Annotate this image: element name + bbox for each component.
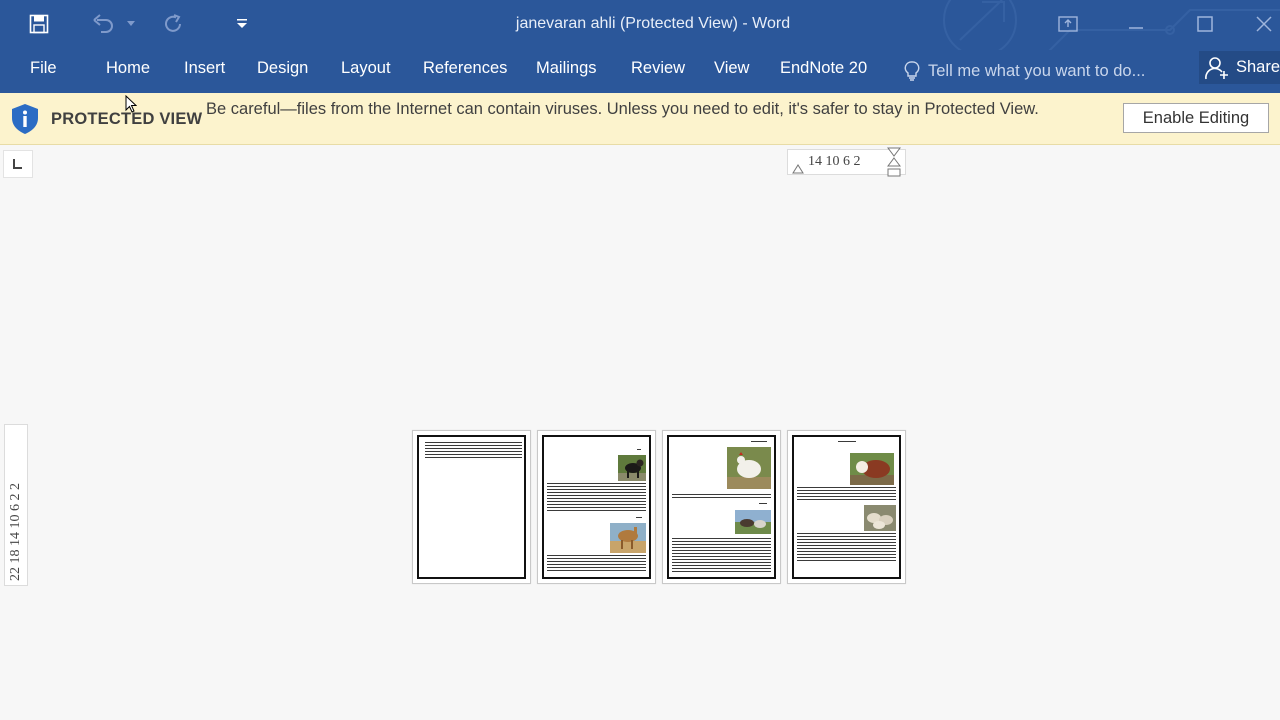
page-text-block	[547, 483, 646, 513]
tab-endnote[interactable]: EndNote 20	[780, 59, 867, 78]
minimize-icon	[1129, 27, 1143, 29]
person-add-icon	[1205, 56, 1228, 79]
minimize-button[interactable]	[1119, 8, 1153, 40]
page-text-block	[672, 538, 771, 573]
page-text-block	[425, 442, 522, 460]
vertical-ruler[interactable]: 22 18 14 10 6 2 2	[4, 424, 28, 586]
page-border	[417, 435, 526, 579]
horizontal-ruler-numbers: 14 10 6 2	[808, 154, 861, 169]
tab-home[interactable]: Home	[106, 59, 150, 78]
tab-view[interactable]: View	[714, 59, 749, 78]
cattle-photo	[850, 453, 894, 485]
tab-stop-selector[interactable]	[3, 150, 33, 178]
page-text-line	[838, 441, 856, 443]
right-indent-marker[interactable]	[887, 147, 901, 181]
page-text-line	[636, 517, 642, 519]
page-text-block	[672, 494, 771, 498]
cows-photo	[735, 510, 771, 534]
page-text-line	[759, 503, 767, 505]
page-text-block	[547, 555, 646, 573]
page-border	[542, 435, 651, 579]
document-page-2[interactable]	[537, 430, 656, 584]
lightbulb-icon	[904, 61, 920, 81]
page-text-block	[797, 487, 896, 501]
tab-file[interactable]: File	[30, 59, 57, 78]
window-title: janevaran ahli (Protected View) - Word	[515, 15, 791, 32]
sheep-photo	[864, 505, 896, 531]
protected-view-bar: PROTECTED VIEW Be careful—files from the…	[0, 93, 1280, 145]
chicken-photo	[727, 447, 771, 489]
share-label: Share	[1235, 58, 1280, 76]
tab-design[interactable]: Design	[257, 59, 308, 78]
mouse-cursor-icon	[125, 95, 137, 113]
ribbon-display-icon	[1058, 16, 1078, 32]
shield-info-icon	[12, 104, 38, 134]
title-bar: janevaran ahli (Protected View) - Word	[0, 0, 1280, 50]
camel-photo	[610, 523, 646, 553]
tell-me-placeholder: Tell me what you want to do...	[928, 61, 1146, 80]
tell-me-search[interactable]: Tell me what you want to do...	[902, 57, 1145, 85]
tab-mailings[interactable]: Mailings	[536, 59, 597, 78]
tab-insert[interactable]: Insert	[184, 59, 225, 78]
protected-view-message: Be careful—files from the Internet can c…	[206, 100, 1039, 118]
horizontal-ruler[interactable]: 14 10 6 2	[787, 147, 906, 177]
left-tab-icon	[13, 159, 22, 169]
first-line-indent-marker[interactable]	[792, 162, 804, 174]
page-border	[792, 435, 901, 579]
ribbon-tab-bar: File Home Insert Design Layout Reference…	[0, 50, 1280, 93]
enable-editing-button[interactable]: Enable Editing	[1123, 103, 1269, 133]
document-page-3[interactable]	[662, 430, 781, 584]
maximize-button[interactable]	[1188, 8, 1222, 40]
page-text-line	[637, 449, 641, 451]
document-page-1[interactable]	[412, 430, 531, 584]
page-text-block	[797, 533, 896, 562]
vertical-ruler-numbers: 22 18 14 10 6 2 2	[8, 483, 23, 581]
page-text-line	[751, 441, 767, 443]
tab-layout[interactable]: Layout	[341, 59, 391, 78]
document-page-4[interactable]	[787, 430, 906, 584]
ribbon-display-options-button[interactable]	[1051, 8, 1085, 40]
tab-review[interactable]: Review	[631, 59, 685, 78]
maximize-icon	[1197, 16, 1213, 32]
share-button[interactable]: Share	[1199, 51, 1280, 84]
close-icon	[1256, 16, 1272, 32]
tab-references[interactable]: References	[423, 59, 507, 78]
close-button[interactable]	[1256, 8, 1280, 40]
page-border	[667, 435, 776, 579]
dog-photo	[618, 455, 646, 481]
